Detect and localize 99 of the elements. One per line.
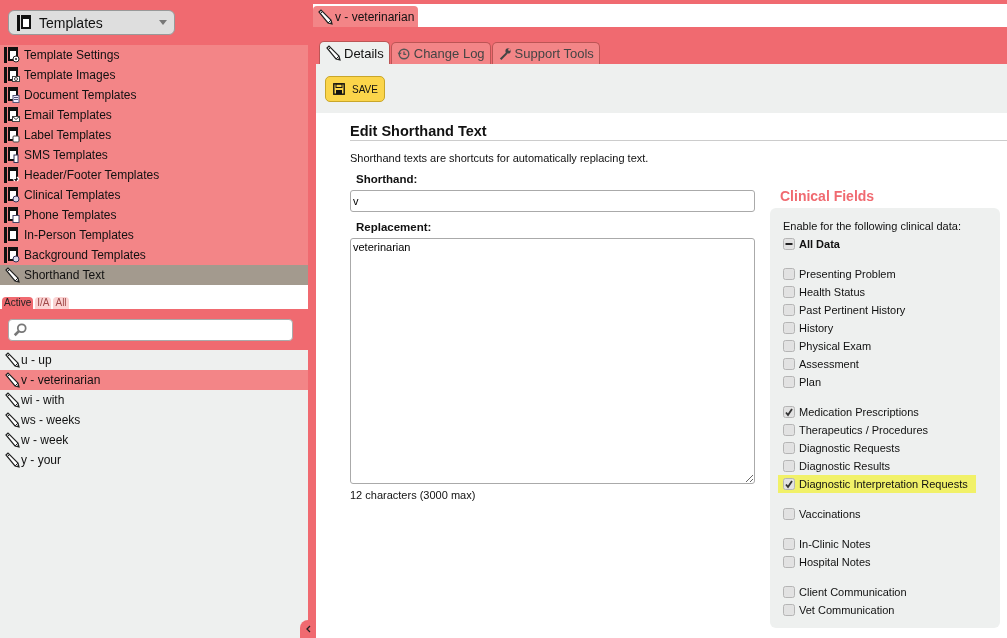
- template-icon: [4, 127, 20, 143]
- list-item[interactable]: w - week: [0, 430, 308, 450]
- checkbox[interactable]: [783, 460, 795, 472]
- template-icon: [4, 187, 20, 203]
- template-icon: [4, 107, 20, 123]
- checkbox[interactable]: [783, 304, 795, 316]
- prompt-text: Enable for the following clinical data:: [783, 220, 962, 232]
- template-icon: [4, 227, 20, 243]
- list-item[interactable]: u - up: [0, 350, 308, 370]
- pencil-icon: [4, 452, 20, 468]
- checkbox-label: Diagnostic Requests: [799, 442, 900, 454]
- checkbox-label: In-Clinic Notes: [799, 538, 871, 550]
- checkbox[interactable]: [783, 358, 795, 370]
- menu-item[interactable]: Email Templates: [0, 105, 308, 125]
- checkbox-label: Medication Prescriptions: [799, 406, 919, 418]
- wrench-icon: [497, 46, 512, 61]
- checkbox[interactable]: [783, 478, 795, 490]
- checkbox-label: Past Pertinent History: [799, 304, 906, 316]
- menu-item[interactable]: Phone Templates: [0, 205, 308, 225]
- tab[interactable]: Change Log: [390, 42, 491, 64]
- checkbox[interactable]: [783, 286, 795, 298]
- checkbox[interactable]: [783, 322, 795, 334]
- checkbox-label: Therapeutics / Procedures: [799, 424, 928, 436]
- pencil-icon: [4, 352, 20, 368]
- checkbox[interactable]: [783, 556, 795, 568]
- menu-item[interactable]: In-Person Templates: [0, 225, 308, 245]
- template-icon: [4, 67, 20, 83]
- filter-tab[interactable]: Active: [2, 297, 34, 309]
- pencil-icon: [325, 45, 341, 61]
- template-icon: [4, 247, 20, 263]
- menu-item[interactable]: Background Templates: [0, 245, 308, 265]
- checkbox-label: History: [799, 322, 834, 334]
- template-icon: [4, 207, 20, 223]
- checkbox-label: Presenting Problem: [799, 268, 896, 280]
- save-icon: [333, 83, 345, 95]
- character-count: 12 characters (3000 max): [350, 489, 477, 501]
- pencil-icon: [4, 372, 20, 388]
- filter-tab[interactable]: All: [53, 297, 69, 309]
- checkbox[interactable]: [783, 238, 795, 250]
- checkbox[interactable]: [783, 376, 795, 388]
- checkbox[interactable]: [783, 538, 795, 550]
- checkbox[interactable]: [783, 340, 795, 352]
- checkbox[interactable]: [783, 424, 795, 436]
- menu-item[interactable]: Document Templates: [0, 85, 308, 105]
- tab[interactable]: Details: [319, 41, 390, 64]
- template-icon: [4, 47, 20, 63]
- document-tab[interactable]: v - veterinarian: [313, 6, 419, 27]
- filter-tab[interactable]: I/A: [35, 297, 52, 309]
- pencil-icon: [4, 412, 20, 428]
- checkbox[interactable]: [783, 406, 795, 418]
- description-text: Shorthand texts are shortcuts for automatically replacing text.: [350, 152, 650, 164]
- list-item[interactable]: v - veterinarian: [0, 370, 308, 390]
- checkbox[interactable]: [783, 508, 795, 520]
- menu-item[interactable]: Template Settings: [0, 45, 308, 65]
- template-icon: [4, 147, 20, 163]
- list-item[interactable]: y - your: [0, 450, 308, 470]
- pencil-icon: [4, 392, 20, 408]
- checkbox-label: All Data: [799, 238, 840, 250]
- template-icon: [4, 167, 20, 183]
- menu-item[interactable]: Shorthand Text: [0, 265, 308, 285]
- checkbox-label: Vaccinations: [799, 508, 861, 520]
- checkbox-label: Client Communication: [799, 586, 907, 598]
- checkbox-label: Assessment: [799, 358, 859, 370]
- pencil-icon: [4, 267, 20, 283]
- checkbox-label: Physical Exam: [799, 340, 872, 352]
- section-title: Edit Shorthand Text: [350, 123, 1007, 141]
- checkbox[interactable]: [783, 442, 795, 454]
- replacement-field[interactable]: veterinarian: [350, 238, 755, 484]
- module-dropdown[interactable]: Templates: [8, 10, 175, 35]
- search-icon: [13, 323, 27, 337]
- pencil-icon: [4, 432, 20, 448]
- list-item[interactable]: wi - with: [0, 390, 308, 410]
- menu-item[interactable]: Template Images: [0, 65, 308, 85]
- checkbox-label: Plan: [799, 376, 822, 388]
- pencil-icon: [317, 8, 333, 25]
- field-label: Replacement:: [356, 221, 433, 233]
- menu-item[interactable]: Label Templates: [0, 125, 308, 145]
- checkbox-label: Diagnostic Interpretation Requests: [799, 478, 968, 490]
- checkbox-label: Vet Communication: [799, 604, 895, 616]
- menu-item[interactable]: Header/Footer Templates: [0, 165, 308, 185]
- checkbox-label: Health Status: [799, 286, 866, 298]
- template-icon: [17, 14, 33, 31]
- search-field[interactable]: [8, 319, 293, 341]
- menu-item[interactable]: Clinical Templates: [0, 185, 308, 205]
- checkbox[interactable]: [783, 268, 795, 280]
- shorthand-field[interactable]: v: [350, 190, 755, 212]
- section-title: Clinical Fields: [780, 188, 876, 206]
- save-button[interactable]: SAVE: [325, 76, 385, 102]
- checkbox[interactable]: [783, 604, 795, 616]
- template-icon: [4, 87, 20, 103]
- caret-icon: [158, 19, 168, 26]
- menu-item[interactable]: SMS Templates: [0, 145, 308, 165]
- tab[interactable]: Support Tools: [491, 42, 600, 64]
- checkbox-label: Diagnostic Results: [799, 460, 891, 472]
- history-icon: [396, 46, 411, 61]
- field-label: Shorthand:: [356, 173, 419, 185]
- list-item[interactable]: ws - weeks: [0, 410, 308, 430]
- checkbox[interactable]: [783, 586, 795, 598]
- checkbox-label: Hospital Notes: [799, 556, 871, 568]
